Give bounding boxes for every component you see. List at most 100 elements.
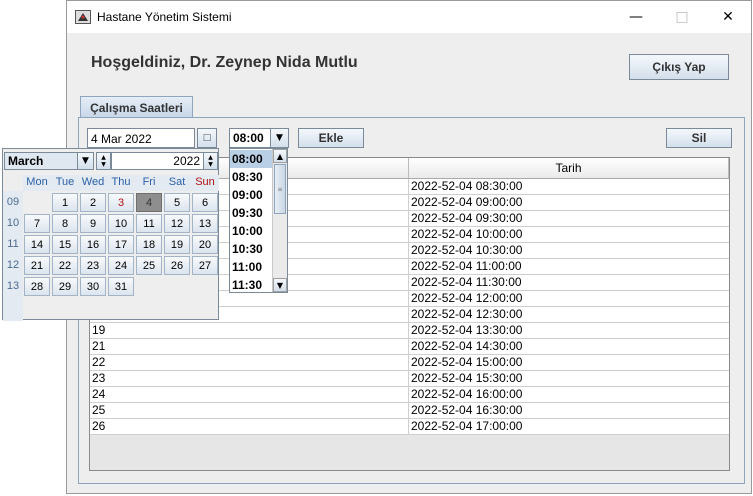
time-option[interactable]: 11:30 [230, 276, 272, 294]
calendar-day[interactable]: 9 [80, 214, 106, 233]
cell-id: 22 [90, 355, 409, 371]
time-option[interactable]: 09:30 [230, 204, 272, 222]
calendar-day[interactable]: 13 [192, 214, 218, 233]
month-select[interactable]: March ▼ [4, 152, 94, 170]
calendar-day[interactable]: 30 [80, 277, 106, 296]
calendar-day[interactable]: 16 [80, 235, 106, 254]
calendar-day[interactable]: 23 [80, 256, 106, 275]
cell-id: 26 [90, 419, 409, 435]
week-number: 12 [6, 259, 20, 271]
chevron-down-icon[interactable]: ▼ [270, 129, 288, 147]
calendar-day[interactable]: 3 [108, 193, 134, 212]
calendar-day[interactable]: 21 [24, 256, 50, 275]
cell-date: 2022-52-04 09:00:00 [411, 195, 523, 209]
month-spinner[interactable]: ▲ ▼ [96, 152, 111, 170]
app-icon [75, 10, 91, 24]
table-row[interactable]: 24 2022-52-04 16:00:00 [90, 387, 729, 403]
scrollbar[interactable]: ▲ ≡ ▼ [272, 149, 287, 292]
week-number-column [3, 191, 23, 321]
time-select[interactable]: 08:00 ▼ [229, 128, 289, 148]
cell-date: 2022-52-04 13:30:00 [411, 323, 523, 337]
calendar-day[interactable]: 20 [192, 235, 218, 254]
calendar-day[interactable]: 29 [52, 277, 78, 296]
day-name: Sat [168, 176, 186, 188]
year-field[interactable]: 2022 [111, 152, 204, 170]
calendar-icon[interactable]: □ [197, 128, 217, 148]
column-header-date[interactable]: Tarih [409, 158, 729, 178]
table-row[interactable]: 25 2022-52-04 16:30:00 [90, 403, 729, 419]
year-spinner[interactable]: ▲ ▼ [203, 152, 218, 170]
calendar-day[interactable]: 7 [24, 214, 50, 233]
add-button[interactable]: Ekle [298, 128, 364, 148]
cell-date: 2022-52-04 08:30:00 [411, 179, 523, 193]
table-row[interactable]: 22 2022-52-04 15:00:00 [90, 355, 729, 371]
calendar-day[interactable]: 28 [24, 277, 50, 296]
time-option[interactable]: 09:00 [230, 186, 272, 204]
week-number: 13 [6, 280, 20, 292]
calendar-day[interactable]: 15 [52, 235, 78, 254]
scroll-up-icon[interactable]: ▲ [273, 149, 287, 163]
welcome-heading: Hoşgeldiniz, Dr. Zeynep Nida Mutlu [91, 54, 358, 71]
calendar-day[interactable]: 19 [164, 235, 190, 254]
calendar-popup: March ▼ ▲ ▼ 2022 ▲ ▼ Mon Tue Wed Thu Fri Sat Sun… [2, 148, 219, 321]
scroll-down-icon[interactable]: ▼ [273, 278, 287, 292]
calendar-day[interactable]: 14 [24, 235, 50, 254]
calendar-day[interactable]: 4 [136, 193, 162, 212]
cell-date: 2022-52-04 14:30:00 [411, 339, 523, 353]
month-value: March [8, 154, 44, 168]
day-name: Thu [111, 176, 131, 188]
calendar-day[interactable]: 27 [192, 256, 218, 275]
time-option[interactable]: 11:00 [230, 258, 272, 276]
calendar-day[interactable]: 11 [136, 214, 162, 233]
table-row[interactable]: 19 2022-52-04 13:30:00 [90, 323, 729, 339]
calendar-day[interactable]: 25 [136, 256, 162, 275]
time-dropdown-list: 08:00 08:30 09:00 09:30 10:00 10:30 11:00 11:30… [229, 148, 288, 293]
calendar-day[interactable]: 5 [164, 193, 190, 212]
cell-date: 2022-52-04 16:00:00 [411, 387, 523, 401]
day-names-row: Mon Tue Wed Thu Fri Sat Sun [23, 175, 219, 191]
day-name: Mon [26, 176, 48, 188]
minimize-icon[interactable]: — [613, 1, 659, 33]
time-option[interactable]: 08:30 [230, 168, 272, 186]
calendar-day[interactable]: 8 [52, 214, 78, 233]
week-number: 11 [7, 238, 19, 250]
tab-working-hours[interactable]: Çalışma Saatleri [80, 96, 193, 118]
calendar-day[interactable]: 12 [164, 214, 190, 233]
table-row[interactable]: 26 2022-52-04 17:00:00 [90, 419, 729, 435]
week-number: 10 [6, 217, 20, 229]
time-option[interactable]: 08:00 [230, 150, 272, 168]
close-icon[interactable]: ✕ [705, 1, 751, 33]
cell-date: 2022-52-04 11:00:00 [411, 259, 522, 273]
cell-id: 21 [90, 339, 409, 355]
cell-date: 2022-52-04 17:00:00 [411, 419, 523, 433]
week-number: 09 [6, 196, 20, 208]
cell-id: 23 [90, 371, 409, 387]
maximize-icon[interactable]: □ [659, 1, 705, 33]
time-option[interactable]: 10:00 [230, 222, 272, 240]
table-row[interactable]: 21 2022-52-04 14:30:00 [90, 339, 729, 355]
cell-date: 2022-52-04 10:30:00 [411, 243, 523, 257]
cell-date: 2022-52-04 15:30:00 [411, 371, 523, 385]
cell-date: 2022-52-04 12:00:00 [411, 291, 523, 305]
date-field[interactable]: 4 Mar 2022 [87, 128, 195, 148]
time-option[interactable]: 10:30 [230, 240, 272, 258]
title-bar: Hastane Yönetim Sistemi — □ ✕ [67, 1, 751, 33]
logout-button[interactable]: Çıkış Yap [629, 54, 729, 80]
delete-button[interactable]: Sil [666, 128, 732, 148]
calendar-day[interactable]: 17 [108, 235, 134, 254]
cell-date: 2022-52-04 10:00:00 [411, 227, 523, 241]
calendar-day[interactable]: 2 [80, 193, 106, 212]
calendar-day[interactable]: 18 [136, 235, 162, 254]
calendar-day[interactable]: 6 [192, 193, 218, 212]
cell-date: 2022-52-04 12:30:00 [411, 307, 523, 321]
calendar-day[interactable]: 24 [108, 256, 134, 275]
calendar-day[interactable]: 26 [164, 256, 190, 275]
calendar-day[interactable]: 31 [108, 277, 134, 296]
chevron-down-icon[interactable]: ▼ [77, 153, 93, 169]
scroll-thumb[interactable]: ≡ [274, 164, 286, 214]
calendar-day[interactable]: 10 [108, 214, 134, 233]
cell-id: 19 [90, 323, 409, 339]
calendar-day[interactable]: 1 [52, 193, 78, 212]
table-row[interactable]: 23 2022-52-04 15:30:00 [90, 371, 729, 387]
calendar-day[interactable]: 22 [52, 256, 78, 275]
